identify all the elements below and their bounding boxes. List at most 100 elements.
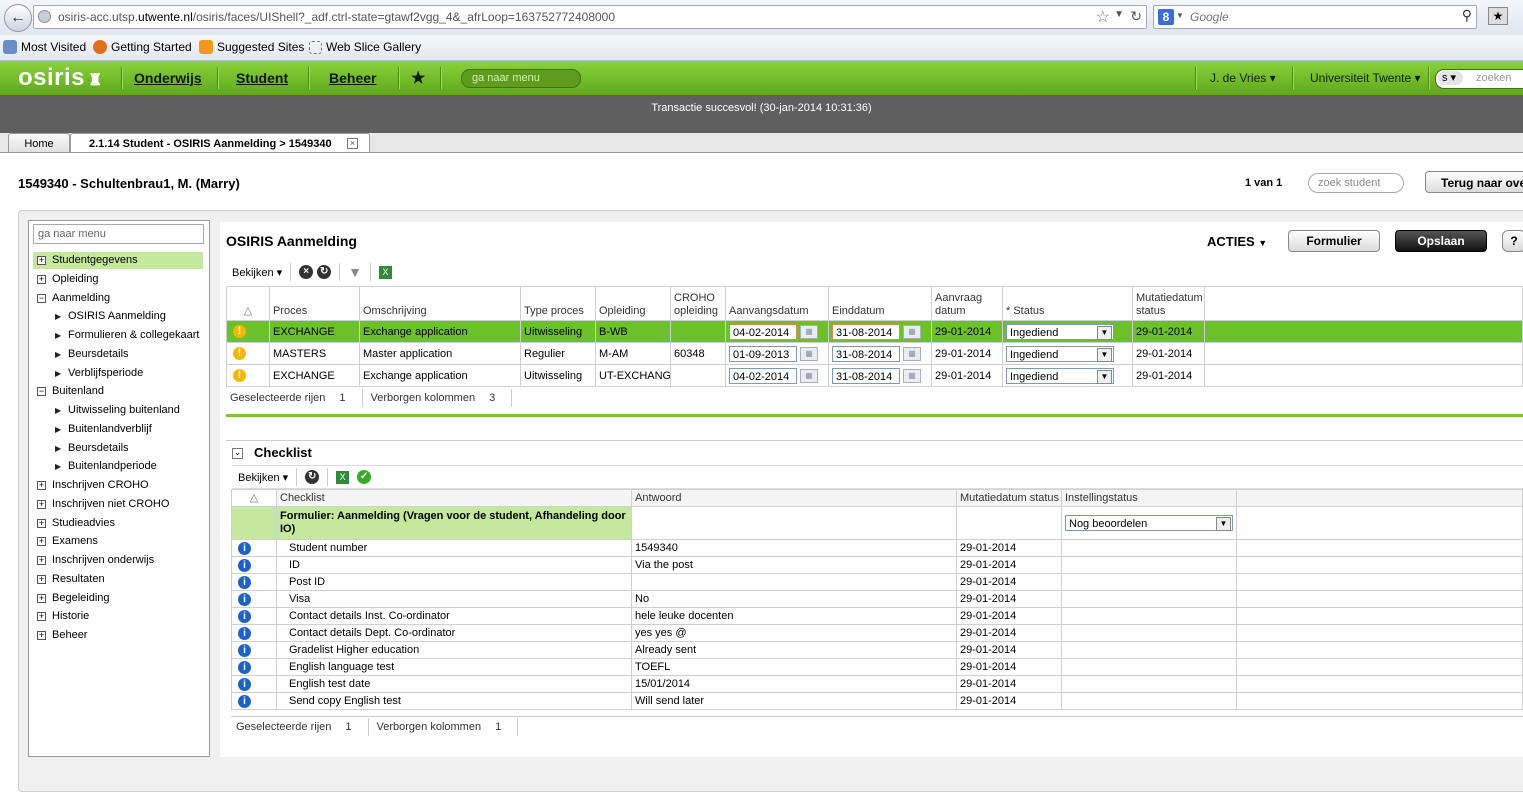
aanvangsdatum-input[interactable]: 04-02-2014 [729,323,797,340]
sidebar-item[interactable]: + Historie [33,608,203,625]
nav-student[interactable]: Student [236,70,288,86]
student-search-input[interactable]: zoek student [1308,173,1404,193]
sidebar-menu-search[interactable]: ga naar menu [33,224,204,244]
status-select[interactable]: Ingediend ▼ [1006,367,1114,384]
col-croho-opleiding[interactable]: CROHO opleiding [670,286,726,321]
expand-arrow-icon[interactable]: ▶ [55,327,61,344]
aanvangsdatum-input[interactable]: 04-02-2014 [729,367,797,384]
engine-dropdown-icon[interactable]: ▼ [1176,11,1184,20]
checklist-row[interactable]: i Post ID 29-01-2014 [231,573,1523,591]
expand-arrow-icon[interactable]: ▶ [55,458,61,475]
einddatum-input[interactable]: 31-08-2014 [832,345,900,362]
checklist-row[interactable]: i Student number 1549340 29-01-2014 [231,539,1523,557]
approve-check-icon[interactable]: ✓ [357,470,372,484]
sidebar-item[interactable]: ▶ Verblijfsperiode [33,365,203,382]
export-excel-icon[interactable]: X [379,265,393,279]
view-menu[interactable]: Bekijken ▾ [228,266,286,279]
sidebar-item[interactable]: + Opleiding [33,271,203,288]
expand-arrow-icon[interactable]: ▶ [55,365,61,382]
sidebar-item[interactable]: ▶ Buitenlandperiode [33,458,203,475]
col-aanvangsdatum[interactable]: Aanvangsdatum [725,286,829,321]
bookmarks-menu-icon[interactable]: ★ [1488,7,1508,25]
checklist-row[interactable]: i Send copy English test Will send later 29… [231,692,1523,710]
aanmelding-row[interactable]: ! MASTERS Master application Regulier M-AM 60… [226,342,1523,365]
checklist-group-row[interactable]: Formulier: Aanmelding (Vragen voor de st… [231,506,1523,540]
formulier-button[interactable]: Formulier [1288,230,1380,252]
sidebar-item[interactable]: ▶ OSIRIS Aanmelding [33,308,203,325]
close-tab-icon[interactable]: × [347,138,358,149]
sidebar-item[interactable]: − Buitenland [33,383,203,400]
filter-icon[interactable]: ▼ [348,264,362,280]
checklist-row[interactable]: i Gradelist Higher education Already sent 2… [231,641,1523,659]
nav-menu-search[interactable]: ga naar menu [461,69,581,88]
expand-icon[interactable]: + [37,612,46,622]
expand-arrow-icon[interactable]: ▶ [55,421,61,438]
sidebar-item[interactable]: + Inschrijven onderwijs [33,552,203,569]
history-dropdown-icon[interactable]: ▼ [1114,9,1124,20]
checklist-view-menu[interactable]: Bekijken ▾ [232,471,292,484]
col-mutatiedatum-status[interactable]: Mutatiedatum status [1132,286,1205,321]
expand-icon[interactable]: + [37,556,46,565]
help-button[interactable]: ? [1502,230,1523,252]
sidebar-item[interactable]: + Studentgegevens [33,252,203,269]
sidebar-item[interactable]: ▶ Uitwisseling buitenland [33,402,203,419]
expand-icon[interactable]: + [37,256,46,265]
aanvangsdatum-input[interactable]: 01-09-2013 [729,345,797,362]
favorites-star-icon[interactable]: ★ [411,68,425,88]
bookmark-star-icon[interactable]: ☆ [1096,7,1110,27]
aanmelding-row[interactable]: ! EXCHANGE Exchange application Uitwisselin… [226,320,1523,343]
col-omschrijving[interactable]: Omschrijving [359,286,521,321]
sidebar-item[interactable]: + Resultaten [33,571,203,588]
institution-menu[interactable]: Universiteit Twente ▾ [1310,71,1421,85]
sidebar-item[interactable]: + Beheer [33,627,203,644]
search-scope-select[interactable]: s ▾ [1438,71,1463,85]
bookmark-web-slice-gallery[interactable]: Web Slice Gallery [309,40,421,54]
collapse-icon[interactable]: − [37,293,46,303]
calendar-icon[interactable]: ▦ [903,324,921,339]
expand-icon[interactable]: + [37,518,46,528]
checklist-refresh-icon[interactable]: ↻ [305,470,320,484]
osiris-logo[interactable]: osiris ♜ [18,64,103,92]
calendar-icon[interactable]: ▦ [903,346,921,361]
expand-arrow-icon[interactable]: ▶ [55,308,61,325]
col-opleiding[interactable]: Opleiding [595,286,671,321]
reload-icon[interactable]: ↻ [1130,8,1142,25]
sidebar-item[interactable]: + Begeleiding [33,590,203,607]
einddatum-input[interactable]: 31-08-2014 [832,367,900,384]
sidebar-item[interactable]: + Studieadvies [33,515,203,532]
nav-beheer[interactable]: Beheer [329,70,376,86]
col-proces[interactable]: Proces [269,286,360,321]
checklist-row[interactable]: i Contact details Inst. Co-ordinator hele … [231,607,1523,625]
col-checklist[interactable]: Checklist [276,489,632,507]
sidebar-item[interactable]: − Aanmelding [33,290,203,307]
search-icon[interactable]: ⚲ [1462,7,1472,24]
calendar-icon[interactable]: ▦ [903,368,921,383]
calendar-icon[interactable]: ▦ [800,324,818,339]
expand-icon[interactable]: + [37,537,46,547]
checklist-export-excel-icon[interactable]: X [336,470,350,484]
einddatum-input[interactable]: 31-08-2014 [832,323,900,340]
refresh-icon[interactable]: ↻ [317,265,332,279]
sidebar-item[interactable]: ▶ Beursdetails [33,346,203,363]
sidebar-item[interactable]: + Inschrijven CROHO [33,477,203,494]
tab-home[interactable]: Home [8,133,70,154]
global-search[interactable]: s ▾ zoeken [1435,69,1523,89]
expand-arrow-icon[interactable]: ▶ [55,346,61,363]
calendar-icon[interactable]: ▦ [800,346,818,361]
delete-icon[interactable]: × [299,265,314,279]
sidebar-item[interactable]: ▶ Formulieren & collegekaart [33,327,203,344]
acties-menu[interactable]: ACTIES ▼ [1207,234,1267,249]
sidebar-item[interactable]: + Inschrijven niet CROHO [33,496,203,513]
sidebar-item[interactable]: ▶ Beursdetails [33,440,203,457]
checklist-row[interactable]: i English test date 15/01/2014 29-01-2014 [231,675,1523,693]
col-checklist-mutatiedatum[interactable]: Mutatiedatum status [956,489,1062,507]
expand-icon[interactable]: + [37,499,46,509]
bookmark-getting-started[interactable]: Getting Started [93,40,192,54]
sidebar-item[interactable]: + Examens [33,533,203,550]
user-menu[interactable]: J. de Vries ▾ [1210,71,1276,85]
status-select[interactable]: Ingediend ▼ [1006,323,1114,340]
tab-student-aanmelding[interactable]: 2.1.14 Student - OSIRIS Aanmelding > 154… [70,133,370,153]
expand-arrow-icon[interactable]: ▶ [55,402,61,419]
opslaan-button[interactable]: Opslaan [1395,230,1487,252]
col-type-proces[interactable]: Type proces [520,286,596,321]
